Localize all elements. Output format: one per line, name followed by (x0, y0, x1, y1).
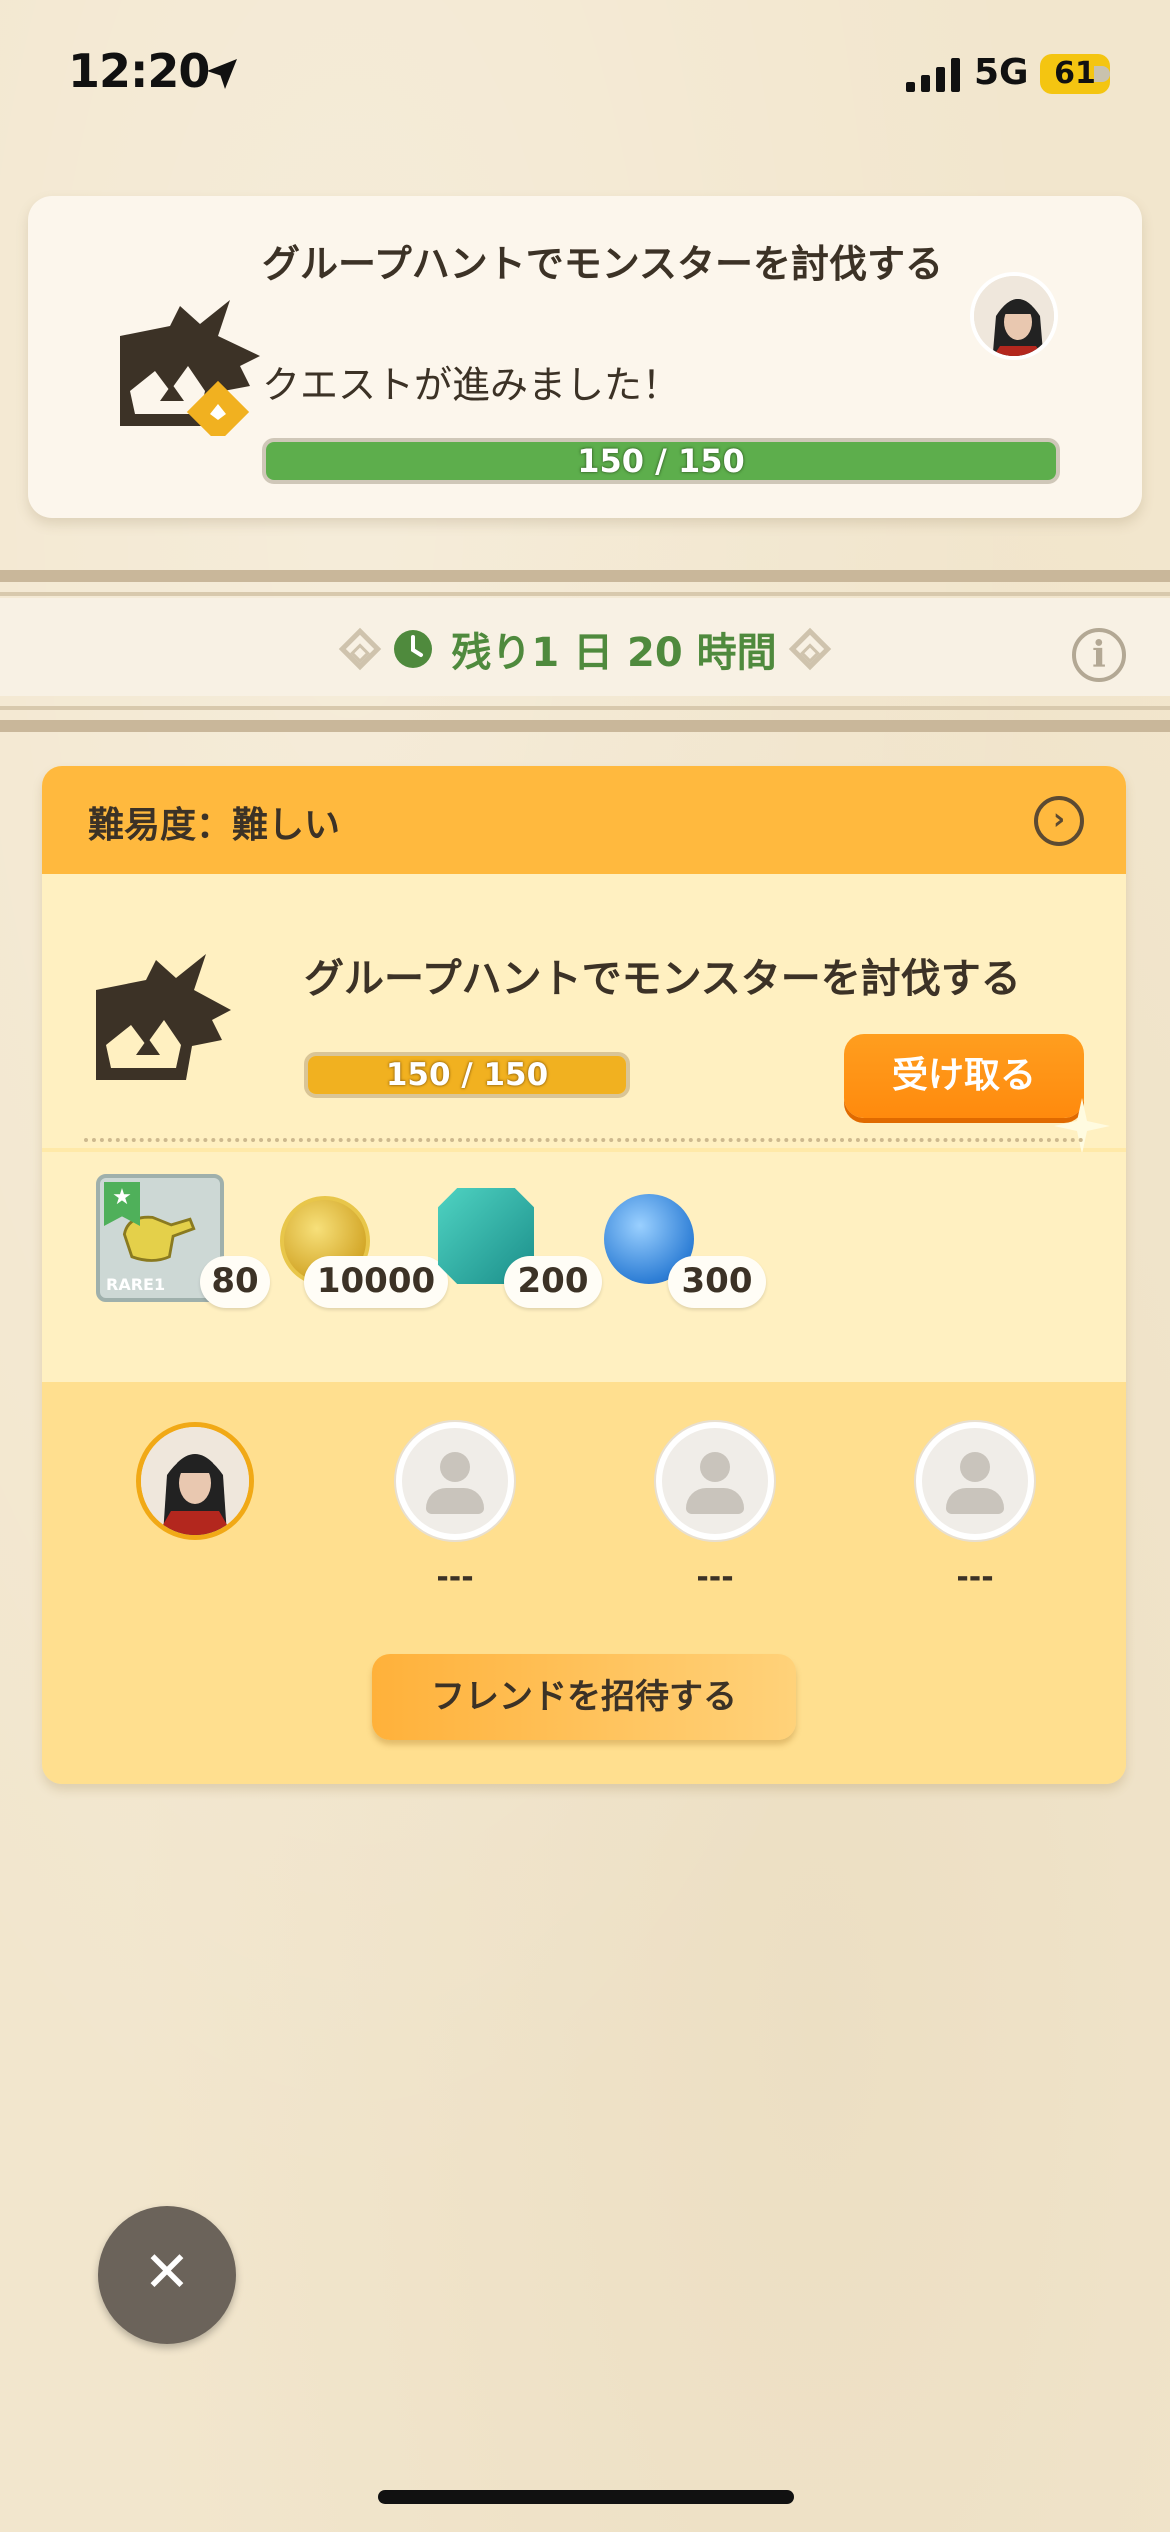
reward-quantity: 300 (668, 1256, 766, 1308)
home-indicator[interactable] (378, 2490, 794, 2504)
progress-text: 150 / 150 (577, 442, 745, 480)
member-name: --- (436, 1560, 474, 1595)
reward-quantity: 10000 (304, 1256, 448, 1308)
player-avatar (970, 272, 1058, 360)
network-type: 5G (974, 52, 1029, 93)
member-name: --- (956, 1560, 994, 1595)
reward-quantity: 80 (200, 1256, 270, 1308)
notification-title: グループハントでモンスターを討伐する (262, 242, 943, 286)
battery-cap (1094, 66, 1110, 82)
difficulty-label: 難易度：難しい (88, 805, 341, 846)
member-avatar-empty[interactable] (396, 1422, 514, 1540)
quest-section: グループハントでモンスターを討伐する 150 / 150 受け取る (42, 874, 1126, 1154)
sparkle-icon (1054, 1098, 1110, 1154)
member-name: --- (696, 1560, 734, 1595)
hunter-portrait-icon (974, 276, 1054, 356)
time-remaining: 残り1 日 20 時間 (0, 620, 1170, 680)
quest-progress-notification[interactable]: グループハントでモンスターを討伐する クエストが進みました！ 150 / 150 (28, 196, 1142, 518)
member-avatar-self[interactable] (136, 1422, 254, 1540)
clock-icon (394, 630, 433, 668)
quest-title: グループハントでモンスターを討伐する (304, 956, 1021, 1002)
notification-subtitle: クエストが進みました！ (262, 363, 681, 407)
person-icon (700, 1452, 730, 1482)
claim-button[interactable]: 受け取る (844, 1034, 1084, 1118)
divider (0, 706, 1170, 710)
rarity-label: RARE1 (106, 1275, 166, 1294)
person-icon (440, 1452, 470, 1482)
status-bar: 12:20 5G 61 (0, 0, 1170, 150)
party-members: --- --- --- フレンドを招待する (42, 1382, 1126, 1784)
info-button[interactable]: i (1072, 628, 1126, 682)
person-icon (686, 1488, 744, 1514)
diamond-ornament-icon (788, 627, 831, 671)
quest-progress-bar: 150 / 150 (304, 1052, 630, 1098)
member-avatar-empty[interactable] (656, 1422, 774, 1540)
hunter-portrait-icon (141, 1427, 249, 1535)
diamond-ornament-icon (339, 627, 382, 671)
member-avatar-empty[interactable] (916, 1422, 1034, 1540)
monster-quest-icon (96, 954, 231, 1080)
reward-quantity: 200 (504, 1256, 602, 1308)
group-quest-card: 難易度：難しい › グループハントでモンスターを討伐する 150 / 150 受… (42, 766, 1126, 1784)
dotted-divider (84, 1138, 1084, 1142)
divider (0, 720, 1170, 732)
invite-friend-button[interactable]: フレンドを招待する (372, 1654, 796, 1740)
monster-quest-icon (120, 300, 260, 436)
status-time: 12:20 (68, 44, 210, 98)
notification-progress-bar: 150 / 150 (262, 438, 1060, 484)
cellular-signal-icon (906, 58, 960, 92)
person-icon (960, 1452, 990, 1482)
rewards-row: ★ RARE1 80 10000 200 300 (42, 1152, 1126, 1382)
location-arrow-icon (207, 59, 237, 89)
person-icon (426, 1488, 484, 1514)
time-remaining-text: 残り1 日 20 時間 (451, 630, 777, 676)
time-remaining-band: 残り1 日 20 時間 i (0, 570, 1170, 738)
chevron-right-icon[interactable]: › (1034, 796, 1084, 846)
divider (0, 592, 1170, 596)
progress-text: 150 / 150 (385, 1057, 549, 1093)
close-button[interactable]: ✕ (98, 2206, 236, 2344)
divider (0, 570, 1170, 582)
difficulty-header[interactable]: 難易度：難しい › (42, 766, 1126, 874)
person-icon (946, 1488, 1004, 1514)
